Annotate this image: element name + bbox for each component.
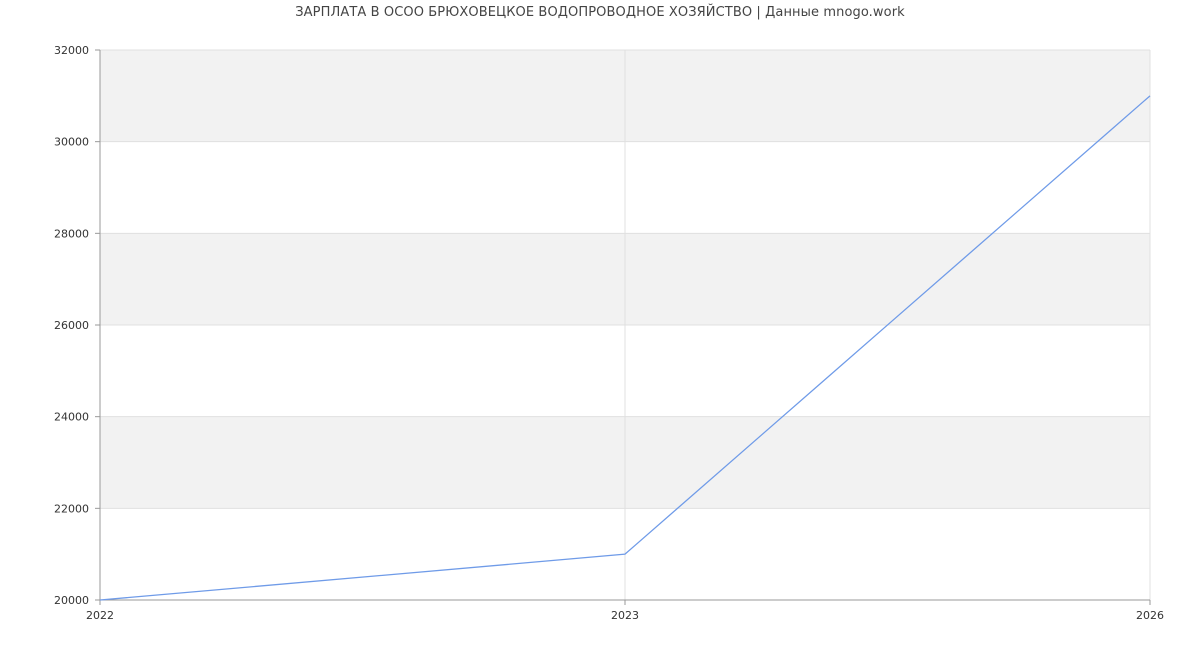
y-tick-label: 32000 xyxy=(54,44,89,57)
y-tick-label: 22000 xyxy=(54,502,89,515)
x-tick-label: 2022 xyxy=(86,609,114,622)
x-tick-label: 2023 xyxy=(611,609,639,622)
x-tick-label: 2026 xyxy=(1136,609,1164,622)
y-tick-label: 26000 xyxy=(54,319,89,332)
chart-container: ЗАРПЛАТА В ОСОО БРЮХОВЕЦКОЕ ВОДОПРОВОДНО… xyxy=(0,0,1200,650)
line-chart: 20000 22000 24000 26000 28000 30000 32000 2022 2… xyxy=(54,44,1164,622)
y-tick-label: 20000 xyxy=(54,594,89,607)
y-tick-label: 28000 xyxy=(54,227,89,240)
y-tick-label: 24000 xyxy=(54,411,89,424)
y-tick-label: 30000 xyxy=(54,136,89,149)
